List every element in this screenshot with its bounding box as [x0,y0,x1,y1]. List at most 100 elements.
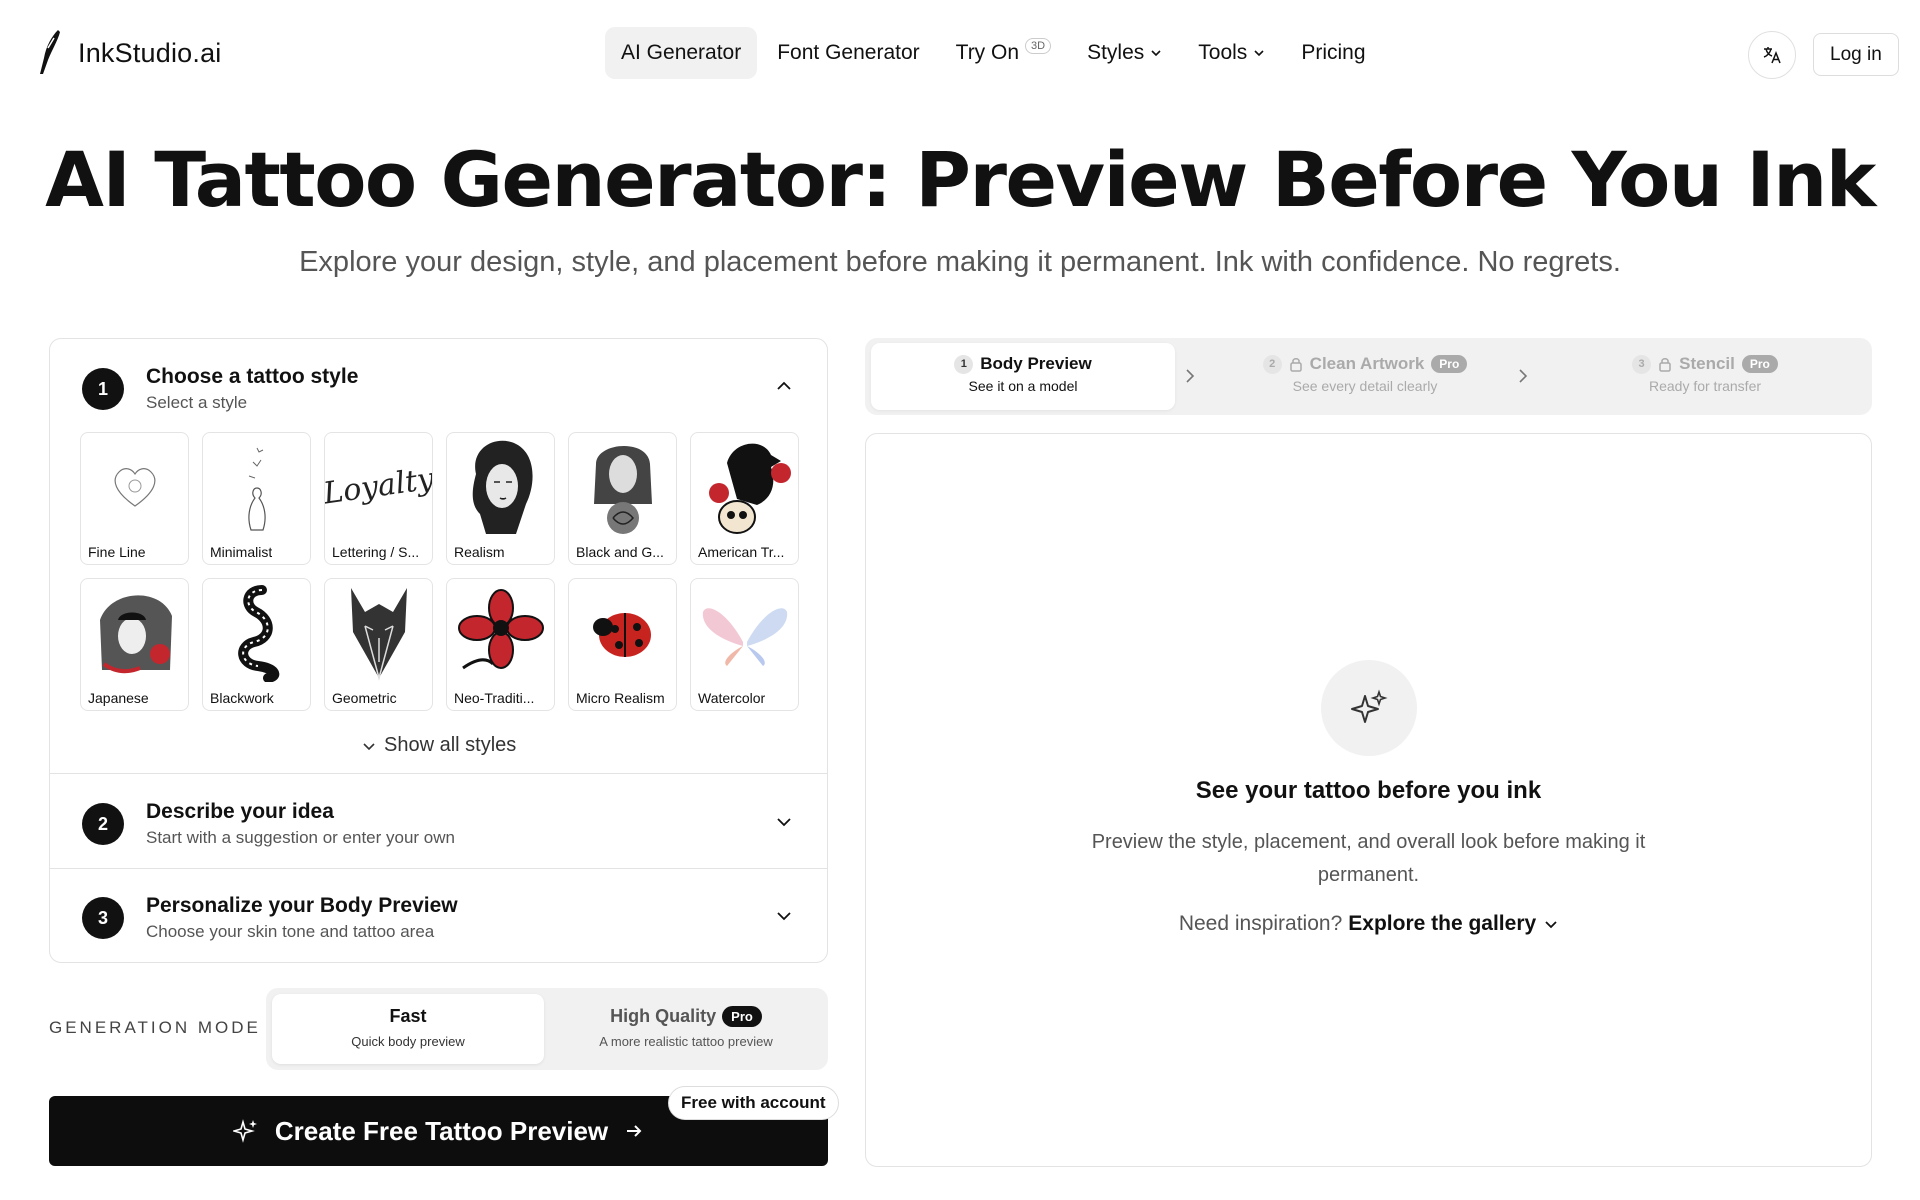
stepper-number: 2 [1262,354,1282,374]
pro-badge: Pro [722,1006,762,1027]
stepper-stencil[interactable]: 3 Stencil Pro Ready for transfer [1545,343,1865,410]
divider [50,868,827,869]
sparkles-badge [1321,660,1417,756]
top-header: InkStudio.ai AI Generator Font Generator… [0,0,1920,108]
style-lettering[interactable]: Loyalty Lettering / S... [324,432,433,565]
nav-try-on[interactable]: Try On 3D [940,27,1067,79]
chevron-down-icon [1254,50,1264,57]
lock-icon [1289,358,1302,372]
nav-styles[interactable]: Styles [1071,27,1178,79]
page-subtitle: Explore your design, style, and placemen… [299,246,1621,278]
sparkles-icon [232,1119,257,1143]
realism-portrait-icon [447,433,554,539]
dragon-geisha-icon [81,579,188,685]
mode-fast-option[interactable]: Fast Quick body preview [272,994,544,1064]
lettering-script-icon: Loyalty [324,460,433,512]
nav-label: AI Generator [621,41,742,64]
chevron-down-icon[interactable] [775,907,793,925]
style-watercolor[interactable]: Watercolor [690,578,799,711]
chevron-down-icon [1151,50,1161,57]
chevron-right-icon [1186,369,1195,383]
lock-icon [1659,358,1671,372]
preview-panel: See your tattoo before you ink Preview t… [865,433,1872,1167]
style-label: Neo-Traditi... [454,690,535,706]
style-label: Geometric [332,690,397,706]
stepper-number: 1 [954,354,974,374]
chevron-up-icon[interactable] [775,377,793,395]
stepper-desc: Ready for transfer [1648,378,1762,394]
style-geometric[interactable]: Geometric [324,578,433,711]
style-label: Watercolor [698,690,766,706]
preview-desc: Preview the style, placement, and overal… [1091,831,1646,886]
fine-line-heart-icon [81,433,188,539]
brand[interactable]: InkStudio.ai [34,28,222,78]
stepper-title: Stencil [1679,354,1735,373]
translate-icon [1763,47,1781,64]
style-japanese[interactable]: Japanese [80,578,189,711]
nav-tools[interactable]: Tools [1182,27,1281,79]
language-button[interactable] [1748,31,1796,79]
style-fine-line[interactable]: Fine Line [80,432,189,565]
stepper-title: Body Preview [980,354,1092,373]
stepper-body-preview[interactable]: 1 Body Preview See it on a model [871,343,1175,410]
style-label: Realism [454,544,505,560]
step-3-header[interactable]: 3 Personalize your Body Preview Choose y… [82,894,458,942]
login-button[interactable]: Log in [1813,33,1899,76]
sparkles-icon [1351,689,1388,723]
arrow-right-icon [627,1125,642,1137]
style-black-and-grey[interactable]: Black and G... [568,432,677,565]
stepper-clean-artwork[interactable]: 2 Clean Artwork Pro See every detail cle… [1205,343,1525,410]
styles-grid: Fine Line Minimalist Loyalty Lettering /… [80,432,799,711]
step-title: Choose a tattoo style [146,365,359,388]
explore-gallery-link[interactable]: Explore the gallery [1348,912,1558,936]
style-blackwork[interactable]: Blackwork [202,578,311,711]
style-label: Black and G... [576,544,664,560]
nav-pricing[interactable]: Pricing [1285,27,1381,79]
step-2-header[interactable]: 2 Describe your idea Start with a sugges… [82,800,455,848]
step-title: Describe your idea [146,800,334,823]
style-label: Lettering / S... [332,544,420,560]
nav-label: Styles [1087,41,1145,64]
stepper-desc: See every detail clearly [1292,378,1438,394]
mode-high-quality-option[interactable]: High Quality Pro A more realistic tattoo… [550,994,822,1064]
style-label: Japanese [88,690,149,706]
step-1-header[interactable]: 1 Choose a tattoo style Select a style [82,365,358,413]
style-neo-traditional[interactable]: Neo-Traditi... [446,578,555,711]
style-minimalist[interactable]: Minimalist [202,432,311,565]
butterfly-wings-icon [691,579,798,685]
chevron-down-icon [363,742,375,750]
rose-portrait-icon [569,433,676,539]
style-label: Fine Line [88,544,146,560]
chevron-down-icon[interactable] [775,813,793,831]
style-realism[interactable]: Realism [446,432,555,565]
style-micro-realism[interactable]: Micro Realism [568,578,677,711]
step-title: Personalize your Body Preview [146,894,458,917]
generation-mode-label: GENERATION MODE [49,1018,261,1037]
pro-badge: Pro [1431,355,1468,373]
wolf-icon [325,579,432,685]
mode-title: Fast [389,1006,427,1026]
show-all-styles-button[interactable]: Show all styles [362,734,516,757]
nav-label: Pricing [1301,41,1366,64]
style-label: Blackwork [210,690,274,706]
page-title: AI Tattoo Generator: Preview Before You … [45,135,1876,224]
nav-font-generator[interactable]: Font Generator [761,27,935,79]
inspiration-row: Need inspiration? Explore the gallery [866,912,1871,936]
brand-name: InkStudio.ai [78,37,222,68]
stepper-desc: See it on a model [968,378,1078,394]
step-number: 1 [82,368,124,410]
explore-gallery-label: Explore the gallery [1348,912,1537,935]
3d-badge: 3D [1025,38,1052,54]
nav-ai-generator[interactable]: AI Generator [605,27,758,79]
style-american-traditional[interactable]: American Tr... [690,432,799,565]
free-with-account-badge: Free with account [668,1086,839,1120]
minimalist-cat-icon [203,433,310,539]
mode-title: High Quality [610,1006,717,1026]
inspiration-prefix: Need inspiration? [1178,912,1343,935]
step-desc: Start with a suggestion or enter your ow… [146,828,455,847]
quill-logo-icon [40,30,60,74]
stepper-number: 3 [1632,354,1652,374]
flower-icon [447,579,554,685]
step-desc: Select a style [146,393,248,412]
generation-mode-toggle: Fast Quick body preview High Quality Pro… [266,988,828,1070]
